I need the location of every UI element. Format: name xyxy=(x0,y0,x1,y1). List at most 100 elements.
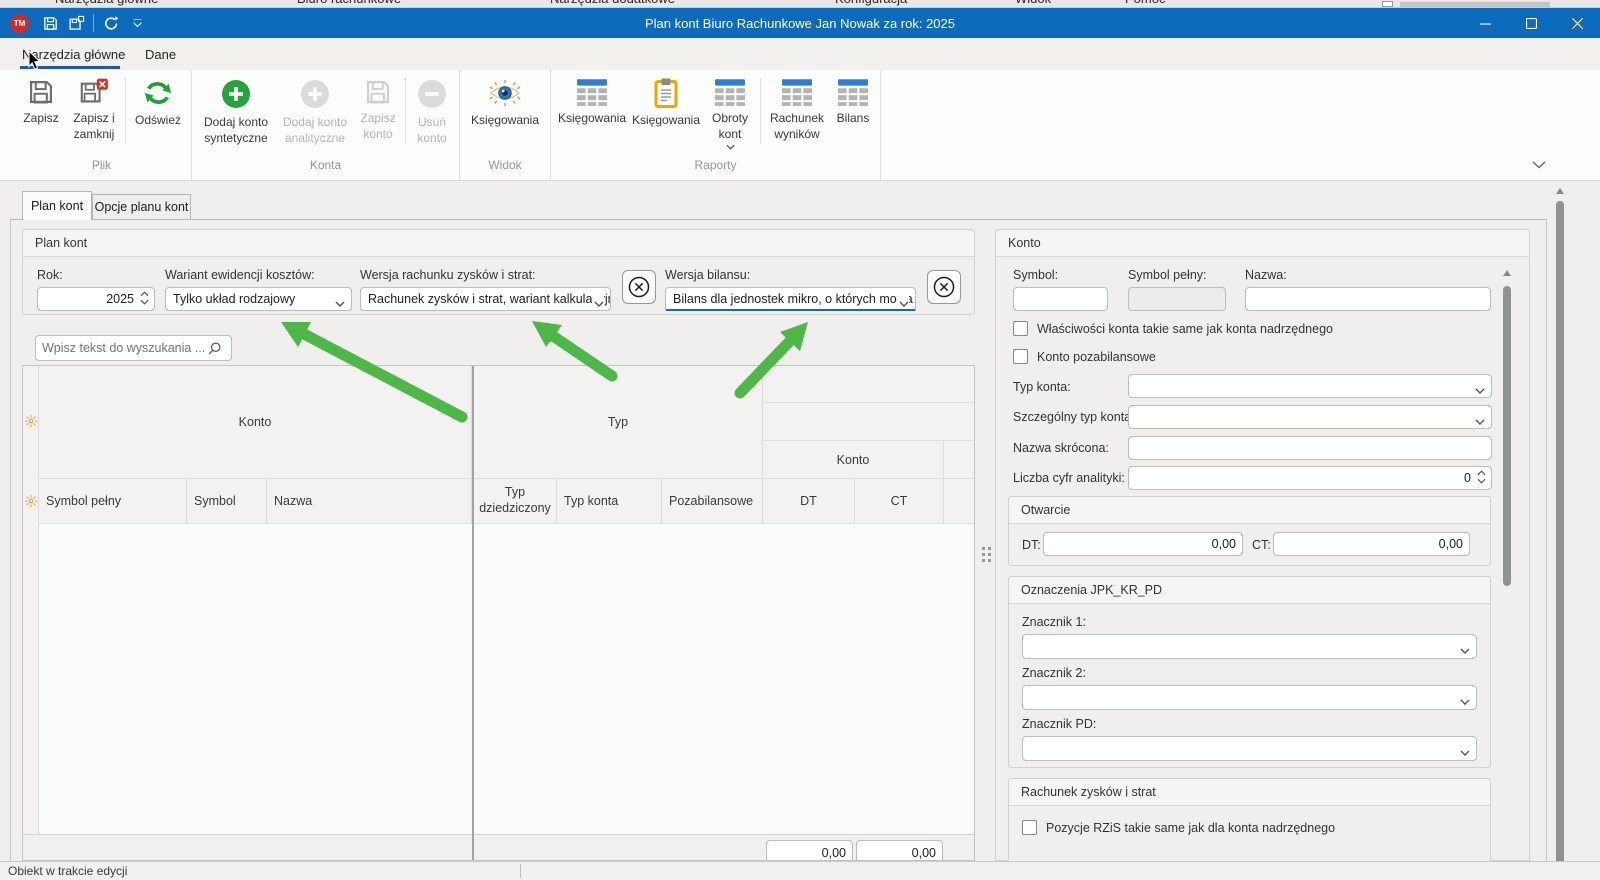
obroty-kont-button[interactable]: Obroty kont xyxy=(703,72,757,150)
quick-save-all-button[interactable] xyxy=(63,12,89,34)
group-label-plik: Plik xyxy=(16,158,187,180)
panel-scrollbar[interactable] xyxy=(1501,266,1513,788)
wariant-label: Wariant ewidencji kosztów: xyxy=(165,268,315,282)
rzis-wersja-dropdown[interactable]: Rachunek zysków i strat, wariant kalkula… xyxy=(360,287,611,311)
pozycje-rzis-checkbox[interactable] xyxy=(1022,820,1037,835)
bg-menu-item[interactable]: Narzędzia główne xyxy=(55,0,158,7)
window-scrollbar-thumb[interactable] xyxy=(1556,201,1564,880)
accounts-table: Konto Typ Konto Symbol pełny Symbol Nazw… xyxy=(22,365,975,861)
zapisz-button[interactable]: Zapisz xyxy=(16,72,66,127)
ribbon-divider xyxy=(760,78,761,144)
tab-opcje-planu-kont[interactable]: Opcje planu kont xyxy=(92,194,191,220)
liczba-cyfr-spinner[interactable] xyxy=(1477,470,1486,484)
add-circle-icon xyxy=(299,78,331,110)
rachunek-wynikow-button[interactable]: Rachunek wyników xyxy=(764,72,830,142)
table-body-empty[interactable] xyxy=(39,524,975,834)
panel-splitter-handle[interactable] xyxy=(981,541,991,567)
ribbon-collapse-button[interactable] xyxy=(1532,156,1546,174)
otwarcie-ct-input[interactable] xyxy=(1273,532,1470,556)
customize-icon[interactable] xyxy=(25,414,37,432)
statusbar: Obiekt w trakcie edycji xyxy=(0,861,1600,880)
background-app-menubar: Narzędzia główne Biuro rachunkowe Narzęd… xyxy=(0,0,1600,8)
rok-input[interactable] xyxy=(37,287,155,311)
chevron-down-icon xyxy=(594,301,604,307)
bilans-wersja-dropdown[interactable]: Bilans dla jednostek mikro, o których mo… xyxy=(665,287,916,311)
spinner-up-icon xyxy=(140,291,149,297)
table-icon xyxy=(781,78,813,106)
close-button[interactable] xyxy=(1554,8,1600,38)
znacznik1-label: Znacznik 1: xyxy=(1022,615,1086,629)
wlasciwosci-checkbox[interactable] xyxy=(1013,321,1028,336)
wariant-dropdown[interactable]: Tylko układ rodzajowy xyxy=(165,287,352,311)
qat-customize-button[interactable] xyxy=(124,12,150,34)
quick-refresh-button[interactable] xyxy=(98,12,124,34)
rzis-groupbox: Rachunek zysków i strat xyxy=(1008,778,1491,861)
panel-scrollbar-thumb[interactable] xyxy=(1503,286,1511,586)
clear-bilans-button[interactable] xyxy=(927,270,961,304)
column-header-dt[interactable]: DT xyxy=(763,479,855,524)
typ-konta-dropdown[interactable] xyxy=(1128,374,1492,398)
column-header-symbol[interactable]: Symbol xyxy=(187,479,267,524)
nazwa-input[interactable] xyxy=(1245,287,1491,311)
chevron-down-icon xyxy=(1475,419,1485,425)
otwarcie-dt-input[interactable] xyxy=(1043,532,1243,556)
bg-menu-item[interactable]: Konfiguracja xyxy=(835,0,907,7)
liczba-cyfr-input[interactable] xyxy=(1128,466,1492,490)
ksiegowania-widok-button[interactable]: Księgowania xyxy=(464,72,546,129)
zapisz-i-zamknij-button[interactable]: Zapisz i zamknij xyxy=(66,72,122,142)
scrollbar-up-arrow xyxy=(1556,188,1564,194)
maximize-button[interactable] xyxy=(1508,8,1554,38)
ribbon-tab-dane[interactable]: Dane xyxy=(143,38,178,70)
tab-plan-kont[interactable]: Plan kont xyxy=(22,191,92,220)
clear-rzis-button[interactable] xyxy=(622,270,656,304)
ribbon-divider xyxy=(405,78,406,144)
search-icon[interactable] xyxy=(207,341,222,361)
chevron-down-icon xyxy=(1460,648,1470,654)
clear-circle-x-icon xyxy=(626,274,652,300)
column-header-symbol-pelny[interactable]: Symbol pełny xyxy=(39,479,187,524)
znacznik2-dropdown[interactable] xyxy=(1022,685,1477,710)
rok-spinner[interactable] xyxy=(140,291,149,305)
search-input[interactable] xyxy=(35,335,232,361)
minimize-button[interactable] xyxy=(1462,8,1508,38)
save-close-icon xyxy=(79,78,109,106)
odswiez-button[interactable]: Odśwież xyxy=(129,72,187,129)
window-scrollbar[interactable] xyxy=(1553,183,1567,880)
column-header-typ-dziedziczony[interactable]: Typ dziedziczony xyxy=(474,479,557,524)
bg-text-fragment xyxy=(1400,2,1550,7)
symbol-input[interactable] xyxy=(1013,287,1108,311)
spinner-up-icon xyxy=(1477,470,1486,476)
szczegolny-typ-dropdown[interactable] xyxy=(1128,405,1492,429)
save-all-icon xyxy=(68,15,85,32)
otwarcie-ct-label: CT: xyxy=(1252,538,1271,552)
ksiegowania-raport-button[interactable]: Księgowania xyxy=(555,72,629,127)
quick-save-button[interactable] xyxy=(37,12,63,34)
chevron-down-icon xyxy=(899,301,909,307)
titlebar: TM Plan kont Biuro Rachunkowe Jan Nowak … xyxy=(0,8,1600,38)
column-header-ct[interactable]: CT xyxy=(855,479,944,524)
bg-menu-item[interactable]: Biuro rachunkowe xyxy=(297,0,401,7)
table-icon xyxy=(576,78,608,106)
dodaj-konto-syntetyczne-button[interactable]: Dodaj konto syntetyczne xyxy=(196,72,276,146)
column-header-nazwa[interactable]: Nazwa xyxy=(267,479,472,524)
app-logo-icon: TM xyxy=(10,14,29,33)
symbol-pelny-label: Symbol pełny: xyxy=(1128,268,1207,282)
nazwa-skrocona-input[interactable] xyxy=(1128,436,1492,460)
wlasciwosci-checkbox-label: Właściwości konta takie same jak konta n… xyxy=(1037,322,1333,336)
znacznik-pd-dropdown[interactable] xyxy=(1022,736,1477,761)
bg-checkbox-fragment xyxy=(1382,1,1393,7)
bilans-button[interactable]: Bilans xyxy=(830,72,876,127)
customize-icon[interactable] xyxy=(25,494,37,512)
pozabilansowe-checkbox[interactable] xyxy=(1013,349,1028,364)
bg-menu-item[interactable]: Widok xyxy=(1015,0,1051,7)
row-indicator-gutter xyxy=(23,366,39,860)
ribbon-group-raporty: Księgowania Księgowania Obroty kont Rach… xyxy=(551,70,881,180)
znacznik1-dropdown[interactable] xyxy=(1022,634,1477,659)
bg-menu-item[interactable]: Narzędzia dodatkowe xyxy=(550,0,675,7)
bg-menu-item[interactable]: Pomoc xyxy=(1125,0,1165,7)
column-header-pozabilansowe[interactable]: Pozabilansowe xyxy=(662,479,763,524)
ksiegowania-clipboard-button[interactable]: Księgowania xyxy=(629,72,703,129)
konto-group-header: Konto xyxy=(996,230,1529,257)
window-title: Plan kont Biuro Rachunkowe Jan Nowak za … xyxy=(0,16,1600,31)
column-header-typ-konta[interactable]: Typ konta xyxy=(557,479,662,524)
